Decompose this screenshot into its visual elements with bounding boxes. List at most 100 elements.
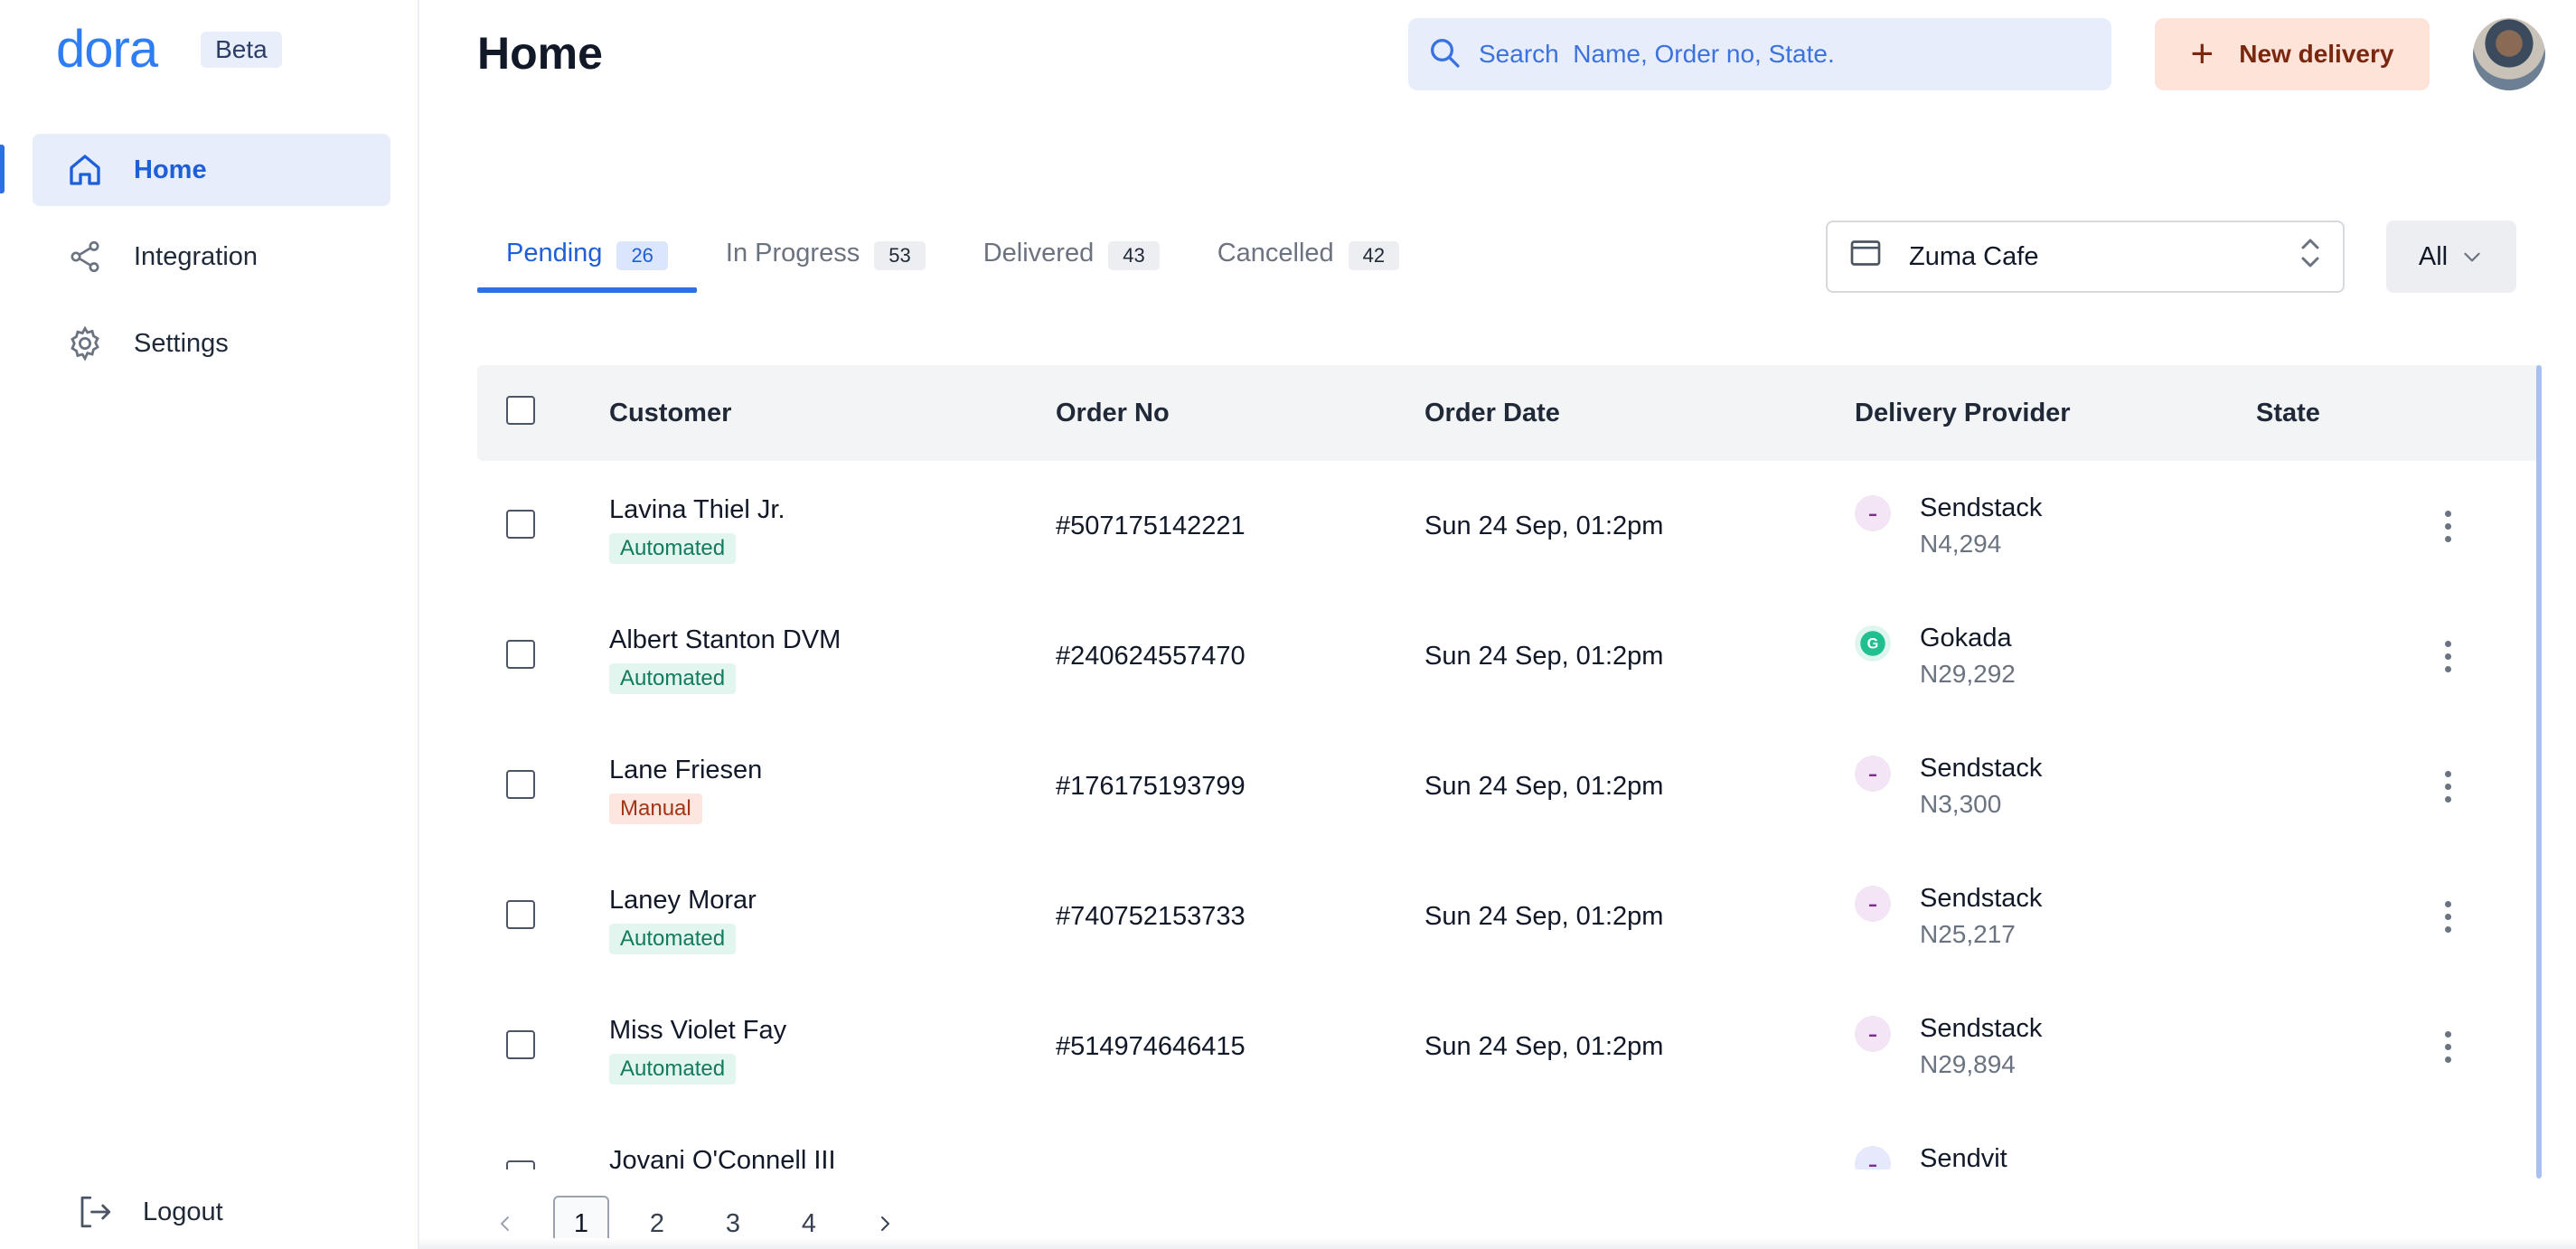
- avatar[interactable]: [2473, 18, 2545, 90]
- order-number: #240624557470: [1056, 642, 1246, 671]
- column-header-order-date[interactable]: Order Date: [1424, 399, 1560, 428]
- page-title: Home: [477, 28, 603, 79]
- order-date: Sun 24 Sep, 01:2pm: [1424, 902, 1664, 931]
- sidebar: dora Beta Home Integration Settings Logo…: [0, 0, 419, 1249]
- store-icon: [1847, 235, 1884, 278]
- delivery-price: N25,217: [1920, 920, 2016, 948]
- sidebar-item-label: Integration: [134, 241, 259, 271]
- home-icon: [65, 150, 105, 190]
- order-number: #514974646415: [1056, 1032, 1246, 1061]
- row-checkbox[interactable]: [506, 770, 535, 799]
- column-header-delivery-provider[interactable]: Delivery Provider: [1855, 399, 2071, 428]
- column-header-customer[interactable]: Customer: [609, 399, 731, 428]
- automation-tag: Automated: [609, 924, 737, 954]
- status-filter-dropdown[interactable]: All: [2386, 221, 2516, 293]
- row-checkbox[interactable]: [506, 1030, 535, 1059]
- row-actions-menu-icon[interactable]: [2430, 1021, 2466, 1072]
- row-actions-menu-icon[interactable]: [2430, 501, 2466, 551]
- gear-icon: [65, 324, 105, 363]
- sidebar-item-home[interactable]: Home: [33, 134, 390, 206]
- provider-name: Sendstack: [1920, 754, 2043, 783]
- status-filter-value: All: [2418, 241, 2449, 271]
- logout-icon: [76, 1193, 114, 1231]
- logout-label: Logout: [143, 1197, 223, 1226]
- tab-count-badge: 26: [616, 241, 668, 270]
- tab-label: Delivered: [982, 239, 1095, 268]
- order-number: #740752153733: [1056, 902, 1246, 931]
- provider-name: Sendstack: [1920, 884, 2043, 913]
- manual-tag: Manual: [609, 794, 702, 824]
- customer-name: Lane Friesen: [609, 756, 763, 784]
- tab-count-badge: 42: [1348, 241, 1400, 270]
- select-all-checkbox[interactable]: [506, 396, 535, 425]
- tab-delivered[interactable]: Delivered 43: [954, 222, 1189, 293]
- table-row[interactable]: Albert Stanton DVM Automated #2406245574…: [477, 591, 2540, 721]
- tab-in-progress[interactable]: In Progress 53: [697, 222, 954, 293]
- order-date: Sun 24 Sep, 01:2pm: [1424, 642, 1664, 671]
- row-checkbox[interactable]: [506, 640, 535, 669]
- search-bar[interactable]: [1408, 18, 2111, 90]
- order-number: #507175142221: [1056, 512, 1246, 540]
- footer-shadow: [419, 1238, 2576, 1249]
- customer-name: Lavina Thiel Jr.: [609, 495, 785, 524]
- customer-name: Jovani O'Connell III: [609, 1146, 836, 1169]
- row-checkbox[interactable]: [506, 1160, 535, 1169]
- sidebar-item-settings[interactable]: Settings: [33, 307, 390, 380]
- customer-name: Miss Violet Fay: [609, 1016, 787, 1045]
- provider-name: Sendstack: [1920, 493, 2043, 522]
- table-row[interactable]: Miss Violet Fay Automated #514974646415 …: [477, 981, 2540, 1112]
- logout-button[interactable]: Logout: [76, 1193, 223, 1231]
- logo[interactable]: dora: [56, 23, 158, 76]
- chevron-down-icon: [2464, 252, 2480, 262]
- row-actions-menu-icon[interactable]: [2430, 631, 2466, 681]
- row-actions-menu-icon[interactable]: [2430, 761, 2466, 812]
- tab-cancelled[interactable]: Cancelled 42: [1189, 222, 1428, 293]
- table-row[interactable]: Laney Morar Automated #740752153733 Sun …: [477, 851, 2540, 981]
- gokada-logo-icon: G: [1855, 625, 1891, 662]
- sidebar-nav: Home Integration Settings: [33, 134, 390, 394]
- tab-label: Cancelled: [1217, 239, 1334, 268]
- automation-tag: Automated: [609, 1054, 737, 1085]
- sendstack-logo-icon: ▬: [1855, 495, 1891, 531]
- orders-table: Customer Order No Order Date Delivery Pr…: [477, 365, 2540, 1169]
- svg-text:G: G: [1867, 636, 1879, 653]
- column-header-state[interactable]: State: [2256, 399, 2320, 428]
- delivery-price: N3,300: [1920, 790, 2002, 818]
- table-row[interactable]: Lane Friesen Manual #176175193799 Sun 24…: [477, 721, 2540, 851]
- sidebar-item-integration[interactable]: Integration: [33, 221, 390, 293]
- table-row[interactable]: Jovani O'Connell III ▬ Sendvit: [477, 1112, 2540, 1169]
- chevron-updown-icon: [2298, 233, 2323, 280]
- status-tabs: Pending 26 In Progress 53 Delivered 43 C…: [477, 222, 1428, 293]
- row-checkbox[interactable]: [506, 900, 535, 929]
- customer-name: Laney Morar: [609, 886, 757, 915]
- order-date: Sun 24 Sep, 01:2pm: [1424, 1032, 1664, 1061]
- row-checkbox[interactable]: [506, 510, 535, 539]
- order-date: Sun 24 Sep, 01:2pm: [1424, 512, 1664, 540]
- table-scrollbar[interactable]: [2536, 365, 2542, 1179]
- search-input[interactable]: [1479, 40, 2057, 69]
- table-row[interactable]: Lavina Thiel Jr. Automated #507175142221…: [477, 461, 2540, 591]
- plus-icon: +: [2190, 32, 2214, 76]
- sidebar-item-label: Home: [134, 155, 207, 184]
- store-select-value: Zuma Cafe: [1909, 241, 2039, 271]
- store-select[interactable]: Zuma Cafe: [1826, 221, 2345, 293]
- beta-badge: Beta: [201, 32, 282, 68]
- delivery-price: N29,894: [1920, 1050, 2016, 1078]
- row-actions-menu-icon[interactable]: [2430, 891, 2466, 942]
- order-date: Sun 24 Sep, 01:2pm: [1424, 772, 1664, 801]
- share-icon: [65, 237, 105, 277]
- search-icon: [1426, 34, 1462, 75]
- sendstack-logo-icon: ▬: [1855, 886, 1891, 922]
- provider-name: Gokada: [1920, 624, 2012, 653]
- brand: dora Beta: [56, 23, 282, 76]
- column-header-order-no[interactable]: Order No: [1056, 399, 1170, 428]
- automation-tag: Automated: [609, 533, 737, 564]
- customer-name: Albert Stanton DVM: [609, 625, 841, 654]
- new-delivery-button[interactable]: + New delivery: [2155, 18, 2430, 90]
- tab-label: Pending: [506, 239, 603, 268]
- tab-pending[interactable]: Pending 26: [477, 222, 697, 293]
- provider-name: Sendstack: [1920, 1014, 2043, 1043]
- new-delivery-label: New delivery: [2239, 40, 2394, 68]
- active-indicator: [0, 145, 5, 193]
- tab-count-badge: 53: [874, 241, 926, 270]
